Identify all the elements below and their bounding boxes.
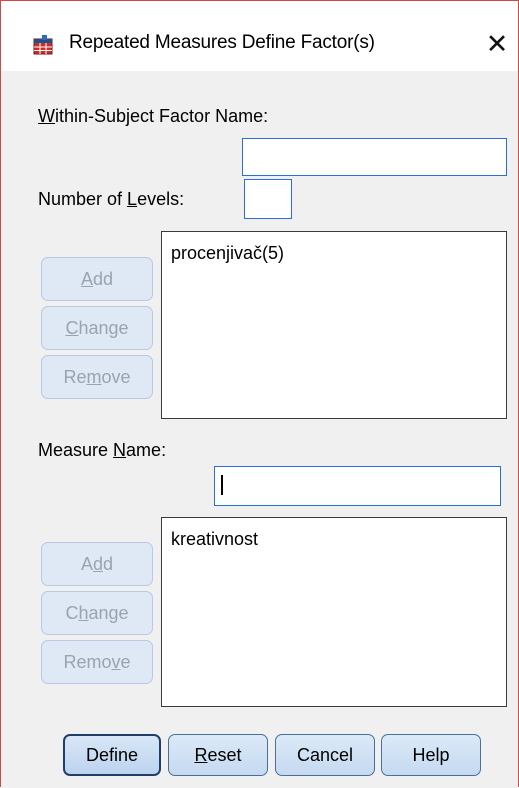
factor-remove-b: ove [101,367,131,387]
factor-remove-mnemonic: m [86,367,102,387]
measure-remove-a: Remo [63,652,112,672]
factor-remove-button[interactable]: Remove [41,355,153,399]
measure-remove-mnemonic: v [111,652,121,672]
close-icon[interactable]: ✕ [477,25,517,63]
factor-add-rest: dd [92,269,114,289]
measure-change-mnemonic: h [78,603,89,623]
factor-name-label: Within-Subject Factor Name: [38,105,268,127]
levels-label: Number of Levels: [38,188,184,210]
factor-add-mnemonic: A [80,269,93,289]
title-bar: Repeated Measures Define Factor(s) ✕ [1,1,518,71]
factor-name-input[interactable] [242,138,507,176]
levels-input[interactable] [244,179,292,219]
levels-label-mnemonic: L [127,189,138,209]
define-button[interactable]: Define [63,734,161,776]
levels-label-text-b: evels: [137,189,185,209]
window-title: Repeated Measures Define Factor(s) [69,32,375,53]
measure-name-label-a: Measure [38,440,114,460]
measure-name-label-b: ame: [126,440,167,460]
factor-name-label-mnemonic: W [38,106,55,126]
measure-name-label: Measure Name: [38,439,166,461]
factor-list[interactable]: procenjivač(5) [161,231,507,419]
measure-add-mnemonic: d [92,554,103,574]
factor-change-rest: hange [78,318,129,338]
factor-change-button[interactable]: Change [41,306,153,350]
measure-list[interactable]: kreativnost [161,517,507,707]
spss-grid-icon [32,34,54,56]
measure-change-a: C [65,603,79,623]
factor-add-button[interactable]: Add [41,257,153,301]
reset-mnemonic: R [194,745,208,765]
measure-name-label-mnemonic: N [113,440,127,460]
measure-change-b: ange [88,603,129,623]
factor-name-label-text: ithin-Subject Factor Name: [55,106,269,126]
factor-change-mnemonic: C [65,318,79,338]
measure-remove-b: e [120,652,131,672]
measure-add-button[interactable]: Add [41,542,153,586]
measure-list-item[interactable]: kreativnost [171,528,506,550]
measure-remove-button[interactable]: Remove [41,640,153,684]
help-button[interactable]: Help [381,734,481,776]
text-cursor [221,475,223,495]
dialog-body: Within-Subject Factor Name: Number of Le… [1,71,518,788]
reset-button[interactable]: Reset [168,734,268,776]
measure-add-a: A [80,554,93,574]
repeated-measures-dialog: Repeated Measures Define Factor(s) ✕ Wit… [0,0,519,788]
measure-add-b: d [103,554,114,574]
measure-name-input[interactable] [214,466,501,506]
measure-change-button[interactable]: Change [41,591,153,635]
factor-remove-a: Re [63,367,87,387]
levels-label-text-a: Number of [38,189,128,209]
reset-rest: eset [207,745,242,765]
factor-list-item[interactable]: procenjivač(5) [171,242,506,264]
cancel-button[interactable]: Cancel [275,734,375,776]
